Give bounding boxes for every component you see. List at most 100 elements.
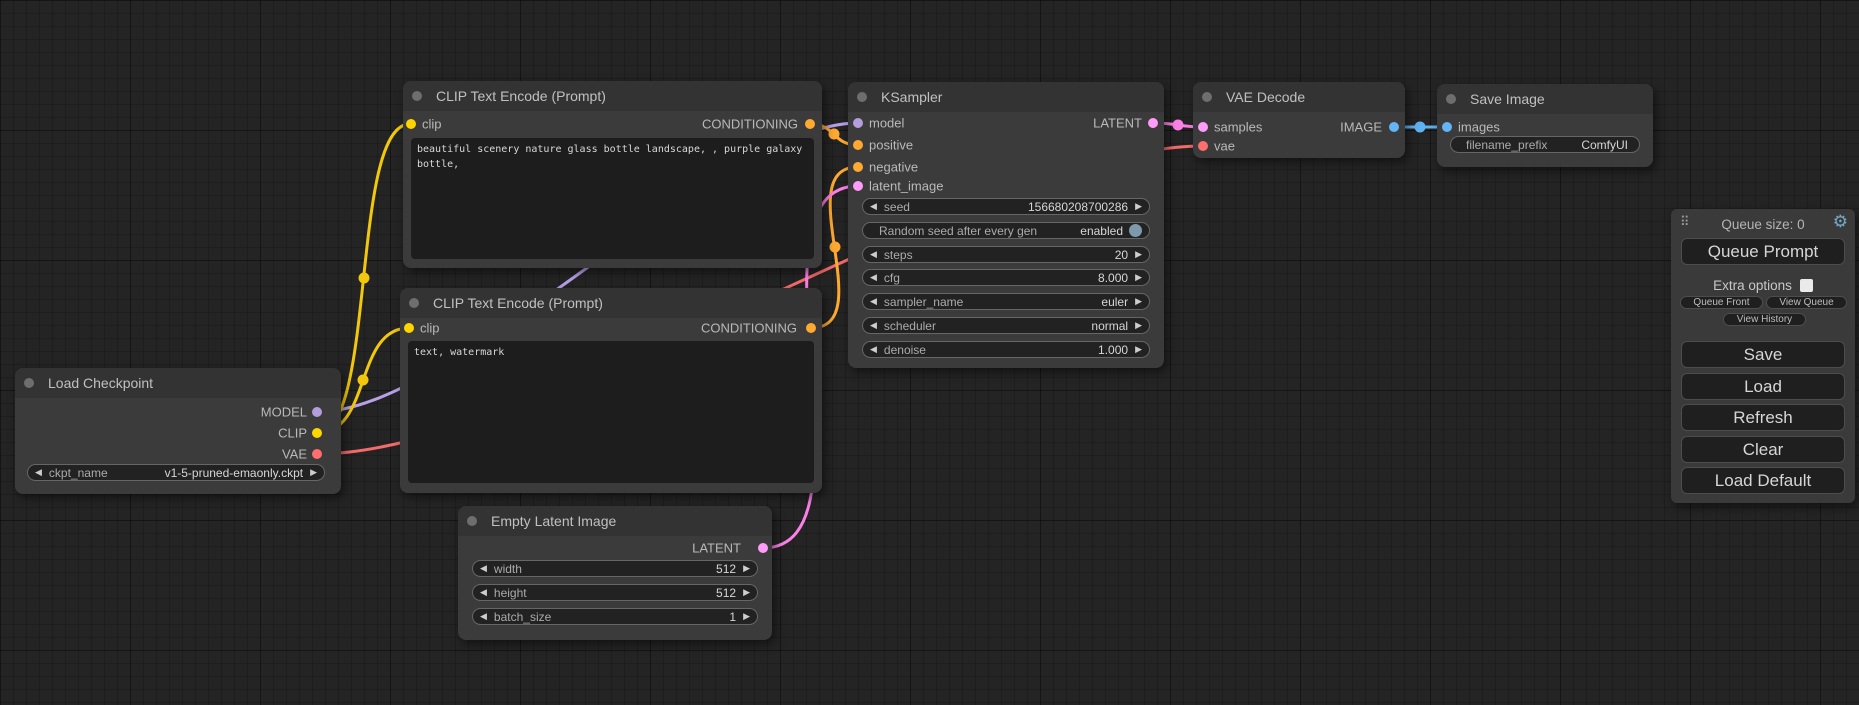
decrement-arrow-icon[interactable] xyxy=(870,250,877,259)
input-socket-clip[interactable] xyxy=(406,119,416,129)
queue-front-button[interactable]: Queue Front xyxy=(1680,296,1763,309)
node-clip-text-encode-positive[interactable]: CLIP Text Encode (Prompt) clip CONDITION… xyxy=(403,81,822,268)
decrement-arrow-icon[interactable] xyxy=(480,564,487,573)
node-title-bar[interactable]: Empty Latent Image xyxy=(458,506,772,536)
decrement-arrow-icon[interactable] xyxy=(870,321,877,330)
output-socket-conditioning[interactable] xyxy=(805,119,815,129)
drag-handle-icon[interactable]: ⠿ xyxy=(1680,214,1689,230)
input-socket-latent-image[interactable] xyxy=(853,181,863,191)
link-dot xyxy=(1415,122,1426,133)
extra-options-checkbox[interactable] xyxy=(1800,279,1813,292)
widget-value: 1.000 xyxy=(926,343,1128,357)
comfyui-canvas[interactable]: Load Checkpoint MODEL CLIP VAE ckpt_name… xyxy=(0,0,1859,705)
width-widget[interactable]: width 512 xyxy=(472,560,758,577)
load-button[interactable]: Load xyxy=(1681,373,1845,400)
increment-arrow-icon[interactable] xyxy=(1135,297,1142,306)
load-default-button[interactable]: Load Default xyxy=(1681,467,1845,494)
node-vae-decode[interactable]: VAE Decode samples vae IMAGE xyxy=(1193,82,1405,158)
height-widget[interactable]: height 512 xyxy=(472,584,758,601)
output-socket-clip[interactable] xyxy=(312,428,322,438)
collapse-dot-icon[interactable] xyxy=(24,378,34,388)
output-socket-latent[interactable] xyxy=(758,543,768,553)
decrement-arrow-icon[interactable] xyxy=(35,468,42,477)
queue-prompt-button[interactable]: Queue Prompt xyxy=(1681,238,1845,265)
node-title-bar[interactable]: CLIP Text Encode (Prompt) xyxy=(400,288,822,318)
input-socket-clip[interactable] xyxy=(404,323,414,333)
input-socket-negative[interactable] xyxy=(853,162,863,172)
widget-value: 512 xyxy=(522,562,736,576)
collapse-dot-icon[interactable] xyxy=(409,298,419,308)
collapse-dot-icon[interactable] xyxy=(857,92,867,102)
output-label-image: IMAGE xyxy=(1340,120,1382,135)
increment-arrow-icon[interactable] xyxy=(1135,345,1142,354)
random-seed-toggle-widget[interactable]: Random seed after every gen enabled xyxy=(862,222,1150,239)
increment-arrow-icon[interactable] xyxy=(743,612,750,621)
node-title-bar[interactable]: KSampler xyxy=(848,82,1164,112)
gear-icon[interactable]: ⚙ xyxy=(1833,212,1848,232)
ckpt-name-widget[interactable]: ckpt_name v1-5-pruned-emaonly.ckpt xyxy=(27,464,325,481)
collapse-dot-icon[interactable] xyxy=(412,91,422,101)
node-title-bar[interactable]: Save Image xyxy=(1437,84,1653,114)
output-socket-model[interactable] xyxy=(312,407,322,417)
widget-label: cfg xyxy=(884,271,900,285)
node-empty-latent-image[interactable]: Empty Latent Image LATENT width 512 heig… xyxy=(458,506,772,640)
output-socket-vae[interactable] xyxy=(312,449,322,459)
collapse-dot-icon[interactable] xyxy=(467,516,477,526)
prompt-textarea[interactable]: text, watermark xyxy=(408,341,814,483)
input-socket-model[interactable] xyxy=(853,118,863,128)
queue-panel: ⠿ Queue size: 0 ⚙ Queue Prompt Extra opt… xyxy=(1671,209,1855,503)
node-save-image[interactable]: Save Image images filename_prefix ComfyU… xyxy=(1437,84,1653,167)
link-dot xyxy=(359,273,370,284)
input-socket-vae[interactable] xyxy=(1198,141,1208,151)
node-load-checkpoint[interactable]: Load Checkpoint MODEL CLIP VAE ckpt_name… xyxy=(15,368,341,494)
input-socket-samples[interactable] xyxy=(1198,122,1208,132)
cfg-widget[interactable]: cfg 8.000 xyxy=(862,269,1150,286)
scheduler-widget[interactable]: scheduler normal xyxy=(862,317,1150,334)
node-title: Save Image xyxy=(1470,91,1545,107)
increment-arrow-icon[interactable] xyxy=(743,564,750,573)
decrement-arrow-icon[interactable] xyxy=(870,202,877,211)
view-queue-button[interactable]: View Queue xyxy=(1766,296,1847,309)
decrement-arrow-icon[interactable] xyxy=(870,345,877,354)
node-title-bar[interactable]: CLIP Text Encode (Prompt) xyxy=(403,81,822,111)
clear-button[interactable]: Clear xyxy=(1681,436,1845,463)
increment-arrow-icon[interactable] xyxy=(1135,321,1142,330)
input-label-samples: samples xyxy=(1214,120,1262,135)
denoise-widget[interactable]: denoise 1.000 xyxy=(862,341,1150,358)
output-socket-conditioning[interactable] xyxy=(806,323,816,333)
increment-arrow-icon[interactable] xyxy=(1135,273,1142,282)
decrement-arrow-icon[interactable] xyxy=(480,588,487,597)
view-history-button[interactable]: View History xyxy=(1723,313,1806,326)
output-socket-image[interactable] xyxy=(1389,122,1399,132)
sampler-name-widget[interactable]: sampler_name euler xyxy=(862,293,1150,310)
filename-prefix-widget[interactable]: filename_prefix ComfyUI xyxy=(1450,136,1640,153)
steps-widget[interactable]: steps 20 xyxy=(862,246,1150,263)
collapse-dot-icon[interactable] xyxy=(1446,94,1456,104)
widget-value: ComfyUI xyxy=(1547,138,1632,152)
increment-arrow-icon[interactable] xyxy=(1135,250,1142,259)
node-clip-text-encode-negative[interactable]: CLIP Text Encode (Prompt) clip CONDITION… xyxy=(400,288,822,493)
node-title-bar[interactable]: Load Checkpoint xyxy=(15,368,341,398)
collapse-dot-icon[interactable] xyxy=(1202,92,1212,102)
increment-arrow-icon[interactable] xyxy=(1135,202,1142,211)
node-ksampler[interactable]: KSampler model positive negative latent_… xyxy=(848,82,1164,368)
seed-widget[interactable]: seed 156680208700286 xyxy=(862,198,1150,215)
input-socket-positive[interactable] xyxy=(853,140,863,150)
decrement-arrow-icon[interactable] xyxy=(480,612,487,621)
prompt-textarea[interactable]: beautiful scenery nature glass bottle la… xyxy=(411,138,814,259)
widget-label: denoise xyxy=(884,343,926,357)
output-socket-latent[interactable] xyxy=(1148,118,1158,128)
node-title-bar[interactable]: VAE Decode xyxy=(1193,82,1405,112)
toggle-knob-icon[interactable] xyxy=(1129,224,1142,237)
save-button[interactable]: Save xyxy=(1681,341,1845,368)
decrement-arrow-icon[interactable] xyxy=(870,297,877,306)
decrement-arrow-icon[interactable] xyxy=(870,273,877,282)
refresh-button[interactable]: Refresh xyxy=(1681,404,1845,431)
widget-label: batch_size xyxy=(494,610,551,624)
increment-arrow-icon[interactable] xyxy=(743,588,750,597)
input-socket-images[interactable] xyxy=(1442,122,1452,132)
output-label-latent: LATENT xyxy=(692,541,741,556)
input-label-clip: clip xyxy=(422,117,442,132)
increment-arrow-icon[interactable] xyxy=(310,468,317,477)
batch-size-widget[interactable]: batch_size 1 xyxy=(472,608,758,625)
